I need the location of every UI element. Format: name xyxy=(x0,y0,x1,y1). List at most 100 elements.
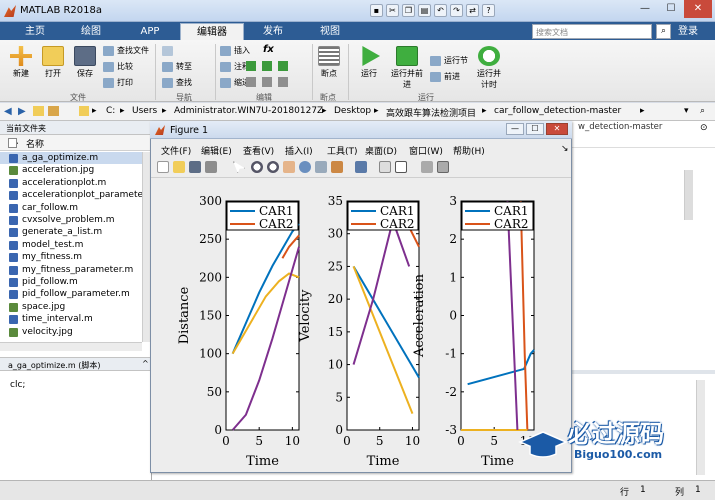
file-list-item[interactable]: generate_a_list.m xyxy=(0,226,152,238)
editor-scrollbar[interactable] xyxy=(684,170,693,220)
switch-windows-icon[interactable]: ⇄ xyxy=(466,4,479,17)
search-folder-icon[interactable]: ⌕ xyxy=(700,106,705,116)
indent-icon[interactable] xyxy=(262,77,272,87)
address-dropdown-icon[interactable]: ▾ xyxy=(684,106,689,116)
undo-quick-icon[interactable]: ↶ xyxy=(434,4,447,17)
file-list-item[interactable]: time_interval.m xyxy=(0,313,152,325)
cut-quick-icon[interactable]: ✂ xyxy=(386,4,399,17)
percent-icon[interactable] xyxy=(278,61,288,71)
column-select-icon[interactable] xyxy=(8,138,17,148)
editor-path-tab[interactable]: w_detection-master xyxy=(578,122,696,136)
nav-back-button[interactable] xyxy=(162,44,176,58)
save-quick-icon[interactable]: ▪ xyxy=(370,4,383,17)
file-list-item[interactable]: acceleration.jpg xyxy=(0,164,152,176)
expand-icon[interactable]: ⊙ xyxy=(700,123,708,133)
compare-button[interactable]: 比较 xyxy=(103,60,133,74)
show-plot-tools-icon[interactable] xyxy=(437,161,449,173)
file-list-item[interactable]: pid_follow_parameter.m xyxy=(0,288,152,300)
open-button[interactable]: 打开 xyxy=(38,46,68,79)
link-plot-icon[interactable] xyxy=(355,161,367,173)
name-column-label[interactable]: 名称 xyxy=(26,137,44,150)
figure-plot-area[interactable]: 0501001502002503000 5 10TimeDistanceCAR1CA… xyxy=(151,179,571,471)
copy-quick-icon[interactable]: ❐ xyxy=(402,4,415,17)
fx-button[interactable]: fx xyxy=(263,44,274,55)
new-button[interactable]: 新建 xyxy=(6,46,36,79)
file-list-item[interactable]: car_follow.m xyxy=(0,202,152,214)
percent-icon[interactable] xyxy=(262,61,272,71)
pan-hand-icon[interactable] xyxy=(283,161,295,173)
minimize-button[interactable]: — xyxy=(632,0,658,18)
pointer-icon[interactable] xyxy=(233,161,245,173)
forward-arrow-icon[interactable]: ▶ xyxy=(18,106,26,117)
run-and-time-button[interactable]: 运行并计时 xyxy=(474,46,504,90)
menu-dock-icon[interactable]: ↘ xyxy=(561,144,569,154)
login-link[interactable]: 登录 xyxy=(678,23,698,40)
percent-icon[interactable] xyxy=(246,61,256,71)
breakpoints-button[interactable]: 断点 xyxy=(314,46,344,79)
rotate-3d-icon[interactable] xyxy=(299,161,311,173)
browse-folder-icon[interactable] xyxy=(48,106,59,116)
find-files-button[interactable]: 查找文件 xyxy=(103,44,149,58)
file-list-item[interactable]: pid_follow.m xyxy=(0,276,152,288)
zoom-out-icon[interactable] xyxy=(267,161,279,173)
goto-button[interactable]: 转至 xyxy=(162,60,192,74)
legend-icon[interactable] xyxy=(395,161,407,173)
new-figure-icon[interactable] xyxy=(157,161,169,173)
hide-plot-tools-icon[interactable] xyxy=(421,161,433,173)
find-button[interactable]: 查找 xyxy=(162,76,192,90)
advance-button[interactable]: 前进 xyxy=(430,70,460,84)
save-button[interactable]: 保存 xyxy=(70,46,100,79)
path-segment[interactable]: Desktop xyxy=(334,106,371,116)
menu-desktop[interactable]: 桌面(D) xyxy=(365,144,397,157)
search-icon[interactable]: ⌕ xyxy=(656,24,671,39)
tab-editor[interactable]: 编辑器 xyxy=(180,23,244,40)
file-list-item[interactable]: cvxsolve_problem.m xyxy=(0,214,152,226)
open-file-icon[interactable] xyxy=(173,161,185,173)
brush-icon[interactable] xyxy=(331,161,343,173)
file-list-item[interactable]: model_test.m xyxy=(0,239,152,251)
run-button[interactable]: 运行 xyxy=(354,46,384,79)
path-segment[interactable]: car_follow_detection-master xyxy=(494,106,621,116)
back-arrow-icon[interactable]: ◀ xyxy=(4,106,12,117)
run-advance-button[interactable]: 运行并前进 xyxy=(389,46,425,90)
save-figure-icon[interactable] xyxy=(189,161,201,173)
path-segment[interactable]: Administrator.WIN7U-20180127Z xyxy=(174,106,323,116)
menu-file[interactable]: 文件(F) xyxy=(161,144,191,157)
data-cursor-icon[interactable] xyxy=(315,161,327,173)
menu-view[interactable]: 查看(V) xyxy=(243,144,274,157)
file-list-item[interactable]: a_ga_optimize.m xyxy=(0,152,152,165)
search-docs-input[interactable]: 搜索文档 xyxy=(532,24,652,39)
tab-view[interactable]: 视图 xyxy=(302,23,358,40)
path-segment[interactable]: Users xyxy=(132,106,157,116)
file-list-item[interactable]: accelerationplot.m xyxy=(0,177,152,189)
menu-insert[interactable]: 插入(I) xyxy=(285,144,313,157)
details-expand-icon[interactable]: ^ xyxy=(142,359,149,368)
menu-edit[interactable]: 编辑(E) xyxy=(201,144,232,157)
print-figure-icon[interactable] xyxy=(205,161,217,173)
file-list-item[interactable]: velocity.jpg xyxy=(0,326,152,338)
indent-icon[interactable] xyxy=(278,77,288,87)
run-section-button[interactable]: 运行节 xyxy=(430,54,468,68)
redo-quick-icon[interactable]: ↷ xyxy=(450,4,463,17)
tab-apps[interactable]: APP xyxy=(122,23,178,40)
menu-help[interactable]: 帮助(H) xyxy=(453,144,485,157)
menu-tools[interactable]: 工具(T) xyxy=(327,144,358,157)
tab-publish[interactable]: 发布 xyxy=(246,23,300,40)
path-segment[interactable]: 高效跟车算法检测项目 xyxy=(386,106,476,119)
indent-icon[interactable] xyxy=(246,77,256,87)
file-list-item[interactable]: my_fitness_parameter.m xyxy=(0,264,152,276)
help-quick-icon[interactable]: ? xyxy=(482,4,495,17)
file-list-item[interactable]: my_fitness.m xyxy=(0,251,152,263)
tab-plots[interactable]: 绘图 xyxy=(62,23,120,40)
file-list-item[interactable]: accelerationplot_parameter xyxy=(0,189,152,201)
folder-up-icon[interactable] xyxy=(33,106,44,116)
print-button[interactable]: 打印 xyxy=(103,76,133,90)
figure-maximize-button[interactable]: ☐ xyxy=(526,123,544,135)
colorbar-icon[interactable] xyxy=(379,161,391,173)
file-list-item[interactable]: space.jpg xyxy=(0,301,152,313)
menu-window[interactable]: 窗口(W) xyxy=(409,144,443,157)
zoom-in-icon[interactable] xyxy=(251,161,263,173)
figure-minimize-button[interactable]: — xyxy=(506,123,524,135)
paste-quick-icon[interactable]: ▤ xyxy=(418,4,431,17)
path-segment[interactable]: C: xyxy=(106,106,115,116)
